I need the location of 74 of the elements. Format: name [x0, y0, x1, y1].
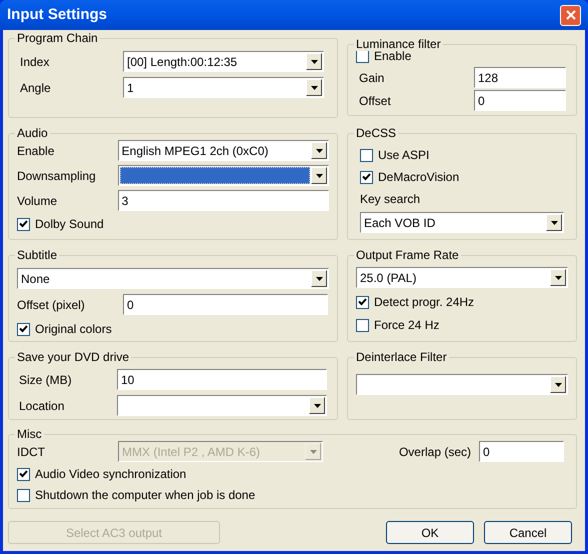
- checkbox[interactable]: [360, 148, 373, 162]
- dropdown-arrow-icon: [310, 60, 318, 64]
- dropdown[interactable]: [356, 374, 568, 395]
- group-title: Audio: [15, 126, 50, 140]
- group-title: Misc: [15, 427, 44, 441]
- group-title: Subtitle: [15, 248, 60, 262]
- checkmark-icon: [362, 173, 371, 181]
- group-title: DeCSS: [354, 126, 398, 140]
- group-title: Luminance filter: [354, 37, 443, 51]
- group-title: Program Chain: [15, 31, 100, 45]
- checkbox[interactable]: [17, 468, 30, 480]
- field-label: Overlap (sec): [398, 444, 471, 460]
- field-label: Location: [18, 398, 66, 414]
- checkbox-label: Dolby Sound: [35, 216, 104, 233]
- field-label: Key search: [360, 191, 420, 208]
- dialog-button[interactable]: OK: [386, 521, 474, 544]
- checkbox-label: Shutdown the computer when job is done: [35, 487, 256, 504]
- checkbox-label: Original colors: [35, 321, 112, 338]
- dropdown-arrow-icon: [316, 174, 322, 178]
- checkbox-label: Enable: [374, 48, 412, 65]
- dropdown-arrow-icon: [314, 404, 320, 408]
- checkmark-icon: [19, 220, 28, 228]
- checkbox-label: Use ASPI: [378, 147, 430, 164]
- dropdown-arrow-icon: [310, 86, 318, 90]
- checkbox[interactable]: [17, 488, 30, 502]
- checkmark-icon: [358, 298, 367, 306]
- checkbox[interactable]: [360, 170, 373, 184]
- checkmark-icon: [19, 325, 28, 333]
- text-field[interactable]: 3: [118, 190, 329, 211]
- field-label: Volume: [17, 192, 58, 210]
- dropdown-arrow-icon: [310, 450, 316, 454]
- text-field[interactable]: 0: [479, 441, 564, 462]
- text-field[interactable]: 10: [117, 369, 327, 390]
- group-title: Deinterlace Filter: [354, 350, 449, 364]
- dropdown[interactable]: Each VOB ID: [360, 212, 564, 233]
- checkbox-label: Force 24 Hz: [374, 317, 440, 334]
- field-label: Enable: [17, 142, 56, 160]
- dropdown-arrow-icon: [554, 276, 562, 280]
- dropdown[interactable]: [117, 395, 327, 416]
- group-title: Save your DVD drive: [15, 350, 132, 364]
- dropdown-arrow-icon: [550, 220, 558, 224]
- checkbox-label: DeMacroVision: [378, 169, 460, 186]
- dropdown-arrow-icon: [316, 148, 322, 152]
- dialog-button[interactable]: Cancel: [484, 521, 572, 544]
- field-label: Offset: [358, 92, 392, 110]
- group-title: Output Frame Rate: [354, 248, 461, 262]
- dropdown[interactable]: [118, 165, 329, 186]
- field-label: Angle: [19, 80, 52, 96]
- checkbox[interactable]: [17, 322, 30, 336]
- close-icon: [566, 10, 576, 20]
- text-field[interactable]: 128: [474, 67, 566, 88]
- text-field[interactable]: 0: [474, 90, 566, 111]
- dropdown-arrow-icon: [554, 382, 562, 386]
- dropdown[interactable]: [00] Length:00:12:35: [123, 51, 324, 72]
- checkbox[interactable]: [356, 318, 369, 332]
- text-field[interactable]: 0: [123, 294, 328, 315]
- checkbox[interactable]: [356, 296, 369, 308]
- field-label: Downsampling: [17, 168, 97, 184]
- dropdown[interactable]: 1: [123, 77, 324, 98]
- field-label: IDCT: [17, 444, 46, 460]
- dropdown[interactable]: English MPEG1 2ch (0xC0): [118, 140, 329, 161]
- field-label: Offset (pixel): [17, 296, 86, 314]
- checkbox[interactable]: [17, 218, 30, 230]
- checkmark-icon: [19, 470, 28, 478]
- dropdown-arrow-icon: [316, 276, 322, 280]
- dropdown[interactable]: None: [17, 268, 329, 289]
- checkbox-label: Detect progr. 24Hz: [374, 294, 474, 311]
- field-label: Index: [19, 54, 50, 70]
- close-button[interactable]: [560, 4, 581, 26]
- window-title: Input Settings: [7, 4, 107, 25]
- checkbox-label: Audio Video synchronization: [35, 466, 186, 483]
- field-label: Size (MB): [18, 372, 73, 388]
- field-label: Gain: [358, 70, 386, 86]
- dropdown[interactable]: 25.0 (PAL): [356, 267, 568, 288]
